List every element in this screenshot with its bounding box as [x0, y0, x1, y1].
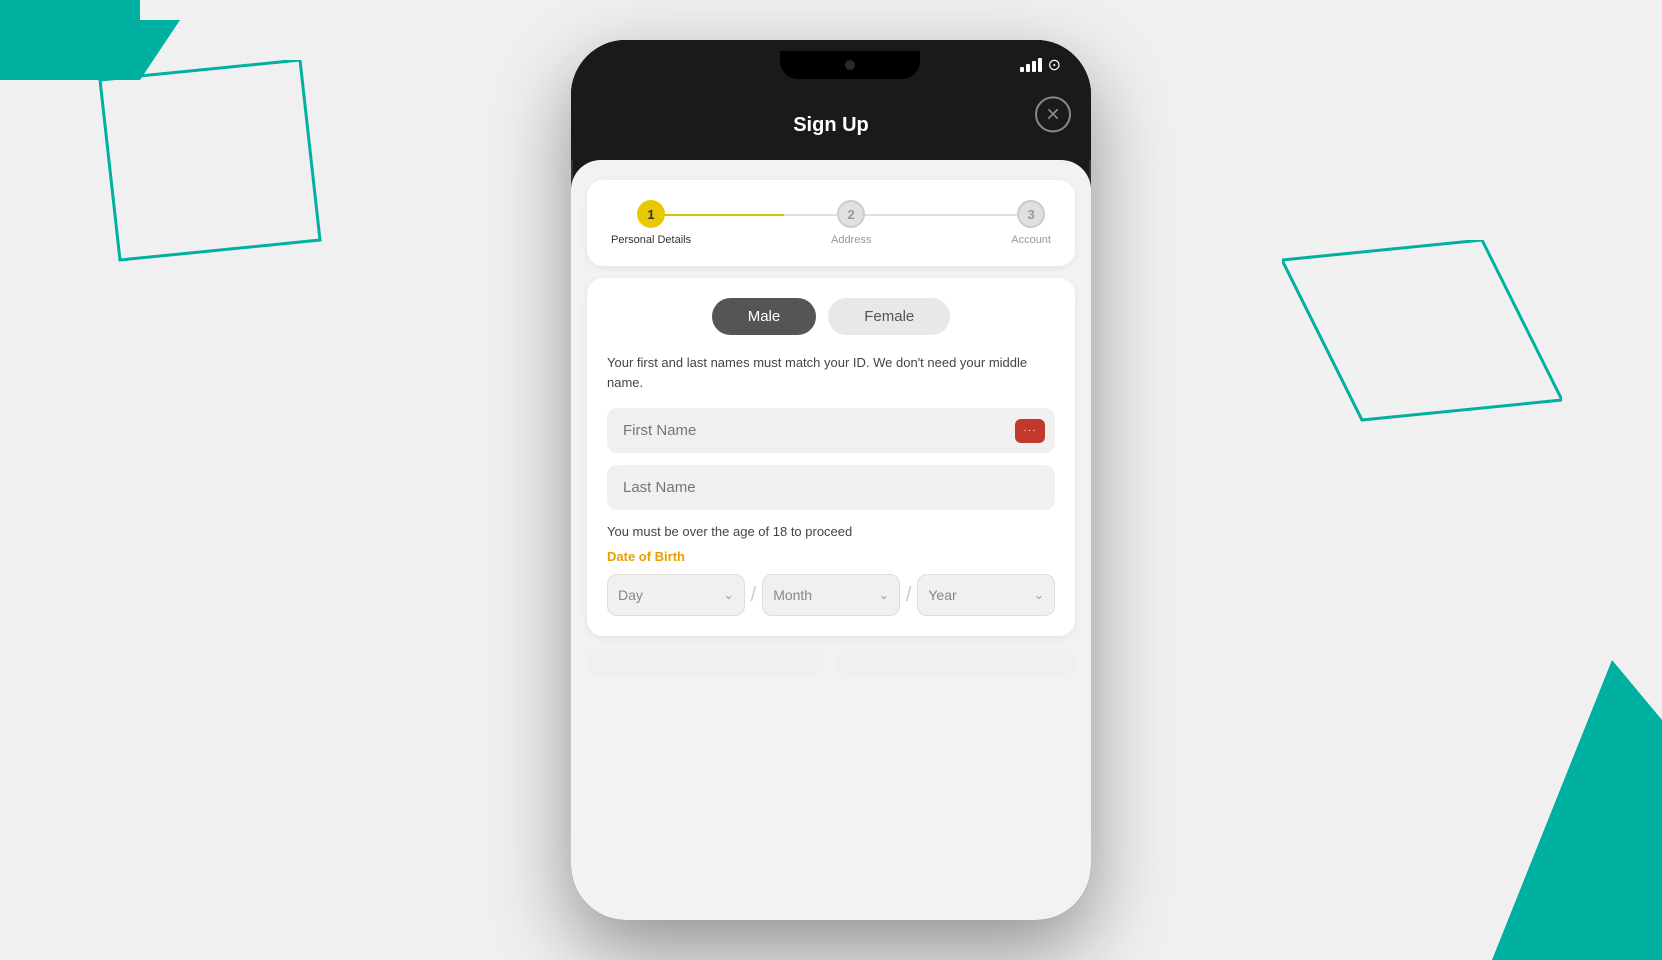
month-chevron: ⌄ [879, 588, 889, 602]
month-select[interactable]: Month ⌄ [762, 574, 900, 616]
screen-body: 1 Personal Details 2 Address 3 [571, 160, 1091, 920]
female-button[interactable]: Female [828, 298, 950, 335]
bottom-partial-buttons [571, 648, 1091, 676]
step-3-label: Account [1011, 234, 1051, 246]
first-name-field-container: ··· [607, 408, 1055, 453]
step-1-circle: 1 [637, 200, 665, 228]
signal-bar-3 [1032, 61, 1036, 72]
step-2: 2 Address [831, 200, 871, 246]
first-name-input[interactable] [607, 408, 1055, 453]
autofill-dots: ··· [1024, 425, 1037, 436]
steps-row: 1 Personal Details 2 Address 3 [611, 200, 1051, 246]
day-select[interactable]: Day ⌄ [607, 574, 745, 616]
month-label: Month [773, 587, 812, 603]
dob-separator-1: / [745, 584, 763, 607]
dob-row: Day ⌄ / Month ⌄ / Year ⌄ [607, 574, 1055, 616]
step-indicator-card: 1 Personal Details 2 Address 3 [587, 180, 1075, 266]
phone-mockup: ⊙ Sign Up ✕ 1 Personal Details [571, 40, 1091, 920]
teal-shape-top-left [0, 0, 200, 180]
step-3-number: 3 [1027, 207, 1034, 222]
step-1-number: 1 [647, 207, 654, 222]
notch-dot [845, 60, 855, 70]
step-2-number: 2 [848, 207, 855, 222]
close-button[interactable]: ✕ [1035, 96, 1071, 132]
step-3-circle: 3 [1017, 200, 1045, 228]
back-button[interactable] [587, 648, 825, 676]
dob-separator-2: / [900, 584, 918, 607]
step-1: 1 Personal Details [611, 200, 691, 246]
next-button[interactable] [837, 648, 1075, 676]
age-warning-text: You must be over the age of 18 to procee… [607, 524, 1055, 539]
wifi-icon: ⊙ [1048, 55, 1061, 75]
day-chevron: ⌄ [724, 588, 734, 602]
dob-label: Date of Birth [607, 549, 1055, 564]
signal-bar-2 [1026, 64, 1030, 72]
notch [780, 51, 920, 79]
phone-frame: ⊙ Sign Up ✕ 1 Personal Details [571, 40, 1091, 920]
step-3: 3 Account [1011, 200, 1051, 246]
last-name-input[interactable] [607, 465, 1055, 510]
step-1-label: Personal Details [611, 234, 691, 246]
year-label: Year [928, 587, 956, 603]
signal-bar-1 [1020, 67, 1024, 72]
signal-bar-4 [1038, 58, 1042, 72]
year-chevron: ⌄ [1034, 588, 1044, 602]
day-label: Day [618, 587, 643, 603]
male-button[interactable]: Male [712, 298, 817, 335]
teal-shape-bottom-right [1442, 660, 1662, 960]
year-select[interactable]: Year ⌄ [917, 574, 1055, 616]
status-bar: ⊙ [571, 40, 1091, 90]
step-2-circle: 2 [837, 200, 865, 228]
header-title: Sign Up [793, 114, 869, 137]
form-card: Male Female Your first and last names mu… [587, 278, 1075, 636]
status-icons: ⊙ [1020, 55, 1061, 75]
outline-shape-right [1282, 240, 1562, 440]
step-2-label: Address [831, 234, 871, 246]
gender-row: Male Female [607, 298, 1055, 335]
name-info-text: Your first and last names must match you… [607, 353, 1055, 392]
autofill-button[interactable]: ··· [1015, 419, 1045, 443]
outline-shape-left [60, 60, 340, 280]
signal-bars [1020, 58, 1042, 72]
